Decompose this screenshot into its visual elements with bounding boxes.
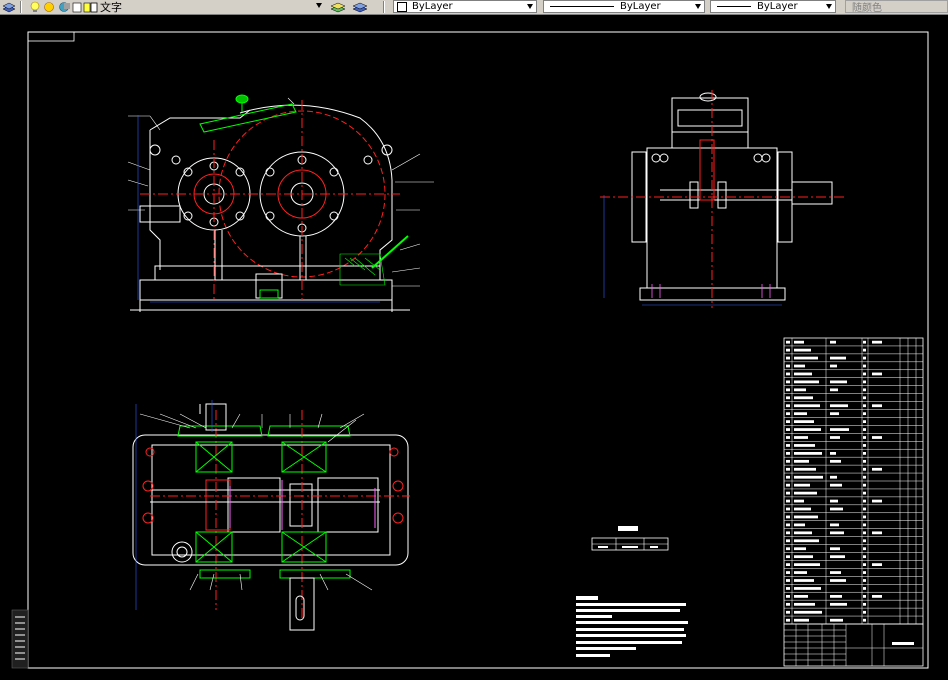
color-combo[interactable]: ByLayer: [393, 0, 537, 13]
lock-icon[interactable]: [58, 0, 70, 14]
lineweight-combo[interactable]: ByLayer: [710, 0, 836, 13]
color-swatch-icon: [397, 1, 407, 12]
color-square-icon[interactable]: [72, 0, 98, 14]
drawing-canvas[interactable]: [0, 15, 948, 680]
plotstyle-combo-value: 随颜色: [852, 3, 882, 14]
linetype-preview-icon: [550, 6, 614, 7]
make-current-layer-icon[interactable]: [330, 0, 346, 14]
lineweight-preview-icon: [717, 6, 751, 7]
sun-freeze-icon[interactable]: [43, 0, 55, 14]
lineweight-combo-value: ByLayer: [757, 1, 798, 12]
bulb-on-icon[interactable]: [30, 0, 40, 14]
command-panel: [11, 609, 29, 669]
color-combo-value: ByLayer: [412, 1, 453, 12]
layer-combo[interactable]: [96, 0, 322, 13]
layer-previous-icon[interactable]: [352, 0, 368, 14]
linetype-combo-value: ByLayer: [620, 1, 661, 12]
linetype-combo[interactable]: ByLayer: [543, 0, 705, 13]
properties-toolbar: 文字 ByLayer ByLayer ByLayer 随颜色: [0, 0, 948, 15]
plotstyle-combo[interactable]: 随颜色: [845, 0, 948, 14]
layer-manager-icon[interactable]: [2, 0, 16, 14]
